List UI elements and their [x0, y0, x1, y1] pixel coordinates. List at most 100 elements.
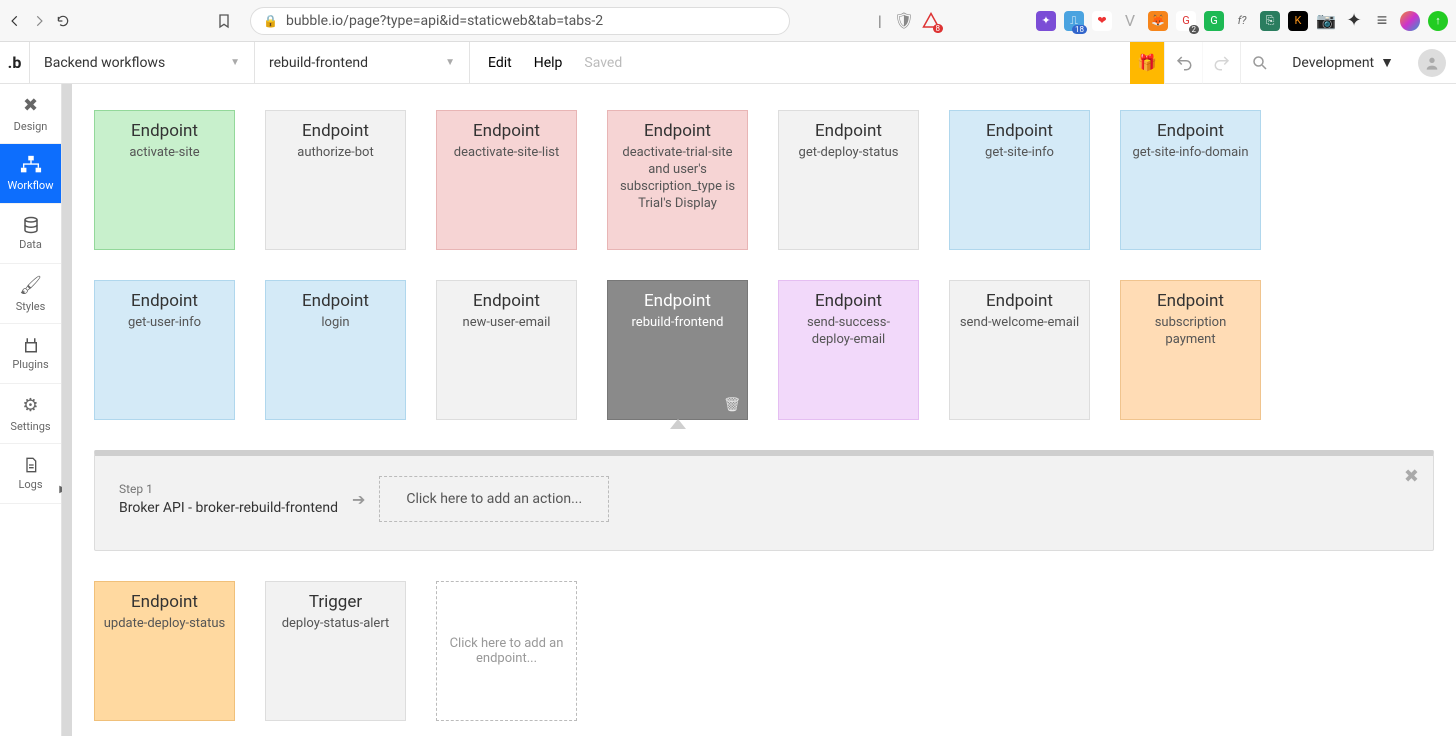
page-selector[interactable]: Backend workflows ▼: [30, 42, 255, 84]
workflow-card-subtitle: send-welcome-email: [958, 315, 1081, 332]
ext-icon-k[interactable]: K: [1288, 11, 1308, 31]
workflow-card-subtitle: deactivate-site-list: [445, 145, 568, 162]
url-bar[interactable]: 🔒 bubble.io/page?type=api&id=staticweb&t…: [250, 7, 790, 35]
workflow-card-subtitle: get-deploy-status: [787, 145, 910, 162]
ext-icon-v[interactable]: V: [1120, 11, 1140, 31]
workflow-card[interactable]: Endpoint subscription payment: [1120, 280, 1261, 420]
delete-icon[interactable]: 🗑: [723, 397, 741, 413]
ext-icon-f[interactable]: f?: [1232, 11, 1252, 31]
profile-icon[interactable]: [1400, 11, 1420, 31]
workflow-card[interactable]: Endpoint send-success-deploy-email: [778, 280, 919, 420]
workflow-canvas: Endpointactivate-siteEndpointauthorize-b…: [62, 84, 1456, 736]
workflow-card[interactable]: Endpoint deactivate-site-list: [436, 110, 577, 250]
environment-label: Development: [1292, 55, 1374, 71]
workflow-card-title: Trigger: [274, 592, 397, 612]
environment-selector[interactable]: Development ▼: [1278, 54, 1408, 71]
close-panel-icon[interactable]: ✖: [1404, 466, 1419, 487]
workflow-card-title: Endpoint: [787, 291, 910, 311]
workflow-card-title: Endpoint: [103, 121, 226, 141]
workflow-card-title: Endpoint: [103, 592, 226, 612]
bookmark-icon[interactable]: [216, 13, 232, 29]
sidebar-item-label: Data: [19, 238, 42, 251]
page-selector-label: Backend workflows: [44, 55, 165, 71]
edit-link[interactable]: Edit: [488, 55, 512, 71]
steps-panel: Step 1 Broker API - broker-rebuild-front…: [94, 450, 1434, 551]
user-avatar[interactable]: [1418, 49, 1446, 77]
bubble-logo[interactable]: .b: [0, 42, 30, 84]
app-toolbar: .b Backend workflows ▼ rebuild-frontend …: [0, 42, 1456, 84]
workflow-card[interactable]: Endpoint authorize-bot: [265, 110, 406, 250]
workflow-card[interactable]: Endpointget-site-info: [949, 110, 1090, 250]
workflow-card-subtitle: subscription payment: [1129, 315, 1252, 349]
workflow-card-subtitle: get-user-info: [103, 315, 226, 332]
workflow-card[interactable]: Endpointdeactivate-trial-site and user's…: [607, 110, 748, 250]
workflow-card[interactable]: Endpointget-site-info-domain: [1120, 110, 1261, 250]
search-icon[interactable]: [1240, 42, 1278, 84]
reading-list-icon[interactable]: ≡: [1372, 11, 1392, 31]
workflow-card-title: Endpoint: [445, 121, 568, 141]
logs-icon: [23, 456, 39, 474]
lock-icon: 🔒: [263, 14, 278, 28]
extension-icons: | 🛡 8 ✦ ⎍18 ❤ V 🦊 G2 G f? ⎘ K 📷 ✦ ≡ ↑: [878, 11, 1448, 31]
arrow-right-icon: ➔: [352, 490, 365, 509]
update-icon[interactable]: ↑: [1428, 11, 1448, 31]
help-link[interactable]: Help: [534, 55, 563, 71]
brave-rewards-icon[interactable]: 8: [922, 12, 940, 30]
step-action-name[interactable]: Broker API - broker-rebuild-frontend: [119, 500, 338, 516]
workflow-card[interactable]: Endpointrebuild-frontend🗑: [607, 280, 748, 420]
workflow-card-subtitle: get-site-info-domain: [1129, 145, 1252, 162]
sidebar-item-data[interactable]: Data: [0, 204, 61, 264]
sidebar-item-logs[interactable]: Logs: [0, 444, 61, 504]
workflow-card-subtitle: new-user-email: [445, 315, 568, 332]
extensions-puzzle-icon[interactable]: ✦: [1344, 11, 1364, 31]
workflow-card[interactable]: Endpoint new-user-email: [436, 280, 577, 420]
workflow-card[interactable]: Endpointget-deploy-status: [778, 110, 919, 250]
workflow-card-title: Endpoint: [103, 291, 226, 311]
sidebar-item-plugins[interactable]: Plugins: [0, 324, 61, 384]
nav-forward-icon[interactable]: [32, 14, 46, 28]
add-endpoint-button[interactable]: Click here to add an endpoint...: [436, 581, 577, 721]
sidebar-item-label: Design: [14, 120, 48, 133]
workflow-card-title: Endpoint: [1129, 291, 1252, 311]
workflow-card-title: Endpoint: [274, 121, 397, 141]
workflow-card[interactable]: Endpoint get-user-info: [94, 280, 235, 420]
ext-icon-g1[interactable]: G2: [1176, 11, 1196, 31]
workflow-card[interactable]: Endpoint login: [265, 280, 406, 420]
reload-icon[interactable]: [56, 14, 70, 28]
chevron-down-icon: ▼: [230, 57, 240, 68]
ext-icon-2[interactable]: ⎍18: [1064, 11, 1084, 31]
workflow-card-subtitle: authorize-bot: [274, 145, 397, 162]
sidebar-item-workflow[interactable]: Workflow: [0, 144, 61, 204]
grammarly-icon[interactable]: G: [1204, 11, 1224, 31]
workflow-selector[interactable]: rebuild-frontend ▼: [255, 42, 470, 84]
sidebar-item-design[interactable]: ✖ Design: [0, 84, 61, 144]
workflow-card-title: Endpoint: [616, 291, 739, 311]
undo-icon[interactable]: [1164, 42, 1202, 84]
workflow-card[interactable]: Endpointupdate-deploy-status: [94, 581, 235, 721]
ext-icon-3[interactable]: ❤: [1092, 11, 1112, 31]
add-action-button[interactable]: Click here to add an action...: [379, 476, 609, 522]
workflow-card-title: Endpoint: [445, 291, 568, 311]
ext-icon-5[interactable]: ⎘: [1260, 11, 1280, 31]
gift-icon[interactable]: 🎁: [1130, 42, 1164, 84]
workflow-row: Endpointactivate-siteEndpointauthorize-b…: [94, 110, 1434, 250]
sidebar-item-styles[interactable]: 🖌 Styles: [0, 264, 61, 324]
workflow-card-subtitle: send-success-deploy-email: [787, 315, 910, 349]
brave-shield-icon[interactable]: 🛡: [894, 11, 914, 30]
workflow-card[interactable]: Triggerdeploy-status-alert: [265, 581, 406, 721]
workflow-card-subtitle: get-site-info: [958, 145, 1081, 162]
save-status: Saved: [584, 55, 622, 71]
sidebar-item-label: Plugins: [12, 358, 48, 371]
redo-icon[interactable]: [1202, 42, 1240, 84]
browser-toolbar: 🔒 bubble.io/page?type=api&id=staticweb&t…: [0, 0, 1456, 42]
workflow-card-title: Endpoint: [274, 291, 397, 311]
design-icon: ✖: [23, 95, 38, 116]
nav-back-icon[interactable]: [8, 14, 22, 28]
workflow-card[interactable]: Endpointactivate-site: [94, 110, 235, 250]
camera-icon[interactable]: 📷: [1316, 11, 1336, 31]
workflow-card[interactable]: Endpointsend-welcome-email: [949, 280, 1090, 420]
workflow-card-subtitle: login: [274, 315, 397, 332]
ext-icon-1[interactable]: ✦: [1036, 11, 1056, 31]
metamask-icon[interactable]: 🦊: [1148, 11, 1168, 31]
sidebar-item-settings[interactable]: ⚙ Settings: [0, 384, 61, 444]
